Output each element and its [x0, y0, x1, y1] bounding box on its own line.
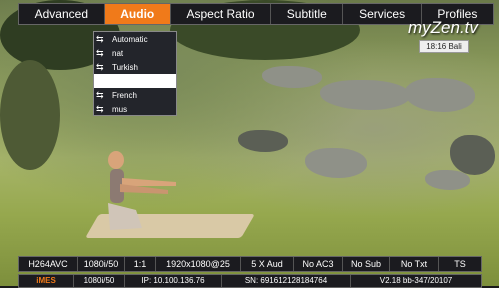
bush	[0, 60, 60, 170]
plug-icon: ⇆	[96, 33, 104, 44]
firmware-version: V2.18 bb-347/20107	[379, 276, 453, 285]
subtitle-status: No Sub	[343, 257, 390, 271]
rock	[405, 78, 475, 112]
audio-option-turkish[interactable]: ⇆ Turkish	[94, 60, 176, 74]
audio-option-french[interactable]: ⇆ French	[94, 88, 176, 102]
audio-option-label: French	[112, 90, 137, 100]
audio-track-menu: ⇆ Automatic ⇆ nat ⇆ Turkish ⇆ French ⇆ m…	[93, 31, 177, 116]
container-type: TS	[454, 259, 466, 269]
resolution-mode: 1080i/50	[78, 257, 125, 271]
ip-address: IP: 10.100.136.76	[125, 275, 222, 287]
audio-count: 5 X Aud	[241, 257, 294, 271]
rock	[450, 135, 495, 175]
plug-icon: ⇆	[96, 47, 104, 58]
pixel-aspect: 1:1	[125, 257, 156, 271]
imes-logo: iMES	[19, 275, 74, 287]
clock-display: 18:16 Bali	[419, 40, 469, 53]
rock	[320, 80, 410, 110]
audio-option-selected[interactable]	[94, 74, 176, 88]
audio-option-label: Automatic	[112, 34, 148, 44]
audio-option-mus[interactable]: ⇆ mus	[94, 102, 176, 116]
plug-icon: ⇆	[96, 89, 104, 100]
rock	[262, 66, 322, 88]
tab-advanced[interactable]: Advanced	[19, 4, 105, 24]
output-mode: 1080i/50	[74, 275, 125, 287]
brand-logo: myZen.tv	[408, 18, 478, 37]
teletext-status: No Txt	[390, 257, 439, 271]
stream-info-bar: H264AVC 1080i/50 1:1 1920x1080@25 5 X Au…	[18, 256, 482, 272]
audio-option-automatic[interactable]: ⇆ Automatic	[94, 32, 176, 46]
audio-option-nat[interactable]: ⇆ nat	[94, 46, 176, 60]
ac3-status: No AC3	[294, 257, 343, 271]
rock	[238, 130, 288, 152]
person-figure	[108, 151, 176, 230]
plug-icon: ⇆	[96, 61, 104, 72]
audio-option-label: Turkish	[112, 62, 138, 72]
tab-aspect-ratio[interactable]: Aspect Ratio	[171, 4, 272, 24]
audio-option-label: nat	[112, 48, 124, 58]
frame-size: 1920x1080@25	[156, 257, 241, 271]
tab-audio[interactable]: Audio	[104, 4, 171, 24]
plug-icon: ⇆	[96, 103, 104, 114]
rock	[425, 170, 470, 190]
tab-subtitle[interactable]: Subtitle	[271, 4, 344, 24]
serial-number: SN: 691612128184764	[222, 275, 351, 287]
codec-info: H264AVC	[19, 257, 78, 271]
rock	[305, 148, 367, 178]
audio-option-label: mus	[112, 104, 128, 114]
